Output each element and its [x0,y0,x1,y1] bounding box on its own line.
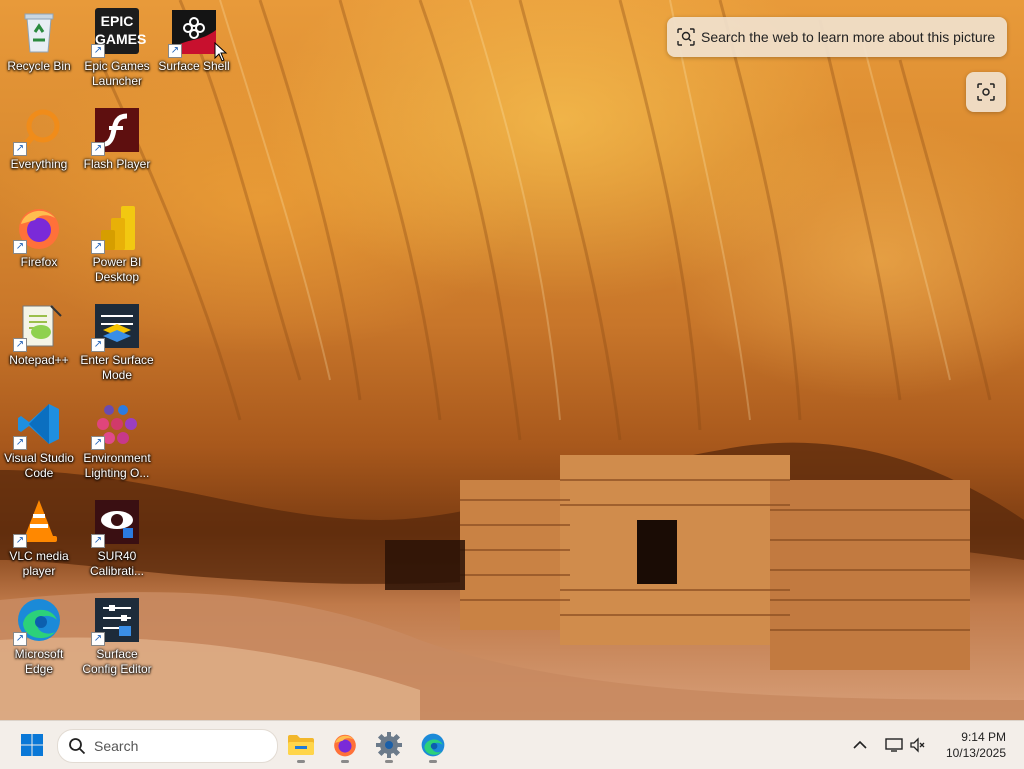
epic-games-icon: EPIC GAMES ↗ [91,8,146,58]
shortcut-arrow-icon: ↗ [168,44,182,58]
desktop-icon-label: Epic Games Launcher [84,59,150,88]
shortcut-arrow-icon: ↗ [13,436,27,450]
shortcut-arrow-icon: ↗ [13,142,27,156]
taskbar-file-explorer[interactable] [281,725,321,765]
running-indicator [385,760,393,763]
folder-icon [288,735,314,755]
desktop-icon-label: Power BI Desktop [92,255,142,284]
recycle-bin-icon [15,8,63,56]
taskbar-search-box[interactable]: Search [57,729,278,763]
edge-icon [421,733,445,757]
desktop-icon-sur40-calibration[interactable]: ↗ SUR40 Calibrati... [79,498,155,579]
desktop-icon-enter-surface-mode[interactable]: ↗ Enter Surface Mode [79,302,155,383]
running-indicator [341,760,349,763]
desktop-icon-label: Everything [10,157,68,171]
desktop-icon-label: Enter Surface Mode [80,353,154,382]
desktop-icon-recycle-bin[interactable]: Recycle Bin [1,8,77,74]
chevron-up-icon [853,740,867,749]
running-indicator [429,760,437,763]
shortcut-arrow-icon: ↗ [13,338,27,352]
surface-config-editor-icon: ↗ [91,596,141,646]
desktop-icon-edge[interactable]: ↗ Microsoft Edge [1,596,77,677]
network-sound-status-button[interactable] [876,725,934,765]
notepad-plus-plus-icon: ↗ [13,302,63,352]
desktop-icon-notepad-plus-plus[interactable]: ↗ Notepad++ [1,302,77,368]
firefox-icon: ↗ [13,204,63,254]
desktop-icon-environment-lighting[interactable]: ↗ Environment Lighting O... [79,400,155,481]
desktop-icon-everything[interactable]: ↗ Everything [1,106,77,172]
surface-shell-icon: ↗ [168,8,218,58]
power-bi-icon: ↗ [91,204,141,254]
shortcut-arrow-icon: ↗ [91,534,105,548]
desktop-icon-label: Visual Studio Code [4,451,74,480]
desktop-icon-surface-shell[interactable]: ↗ Surface Shell [156,8,232,74]
desktop-icon-power-bi[interactable]: ↗ Power BI Desktop [79,204,155,285]
running-indicator [297,760,305,763]
firefox-icon [334,734,356,757]
system-clock[interactable]: 9:14 PM 10/13/2025 [946,729,1006,761]
visual-search-icon [977,83,995,101]
everything-search-icon: ↗ [13,106,63,156]
desktop-icon-label: Notepad++ [9,353,69,367]
desktop-icon-label: Microsoft Edge [14,647,64,676]
desktop-icon-label: Surface Config Editor [82,647,152,676]
taskbar-search-placeholder: Search [94,738,139,754]
windows-logo-icon [21,734,43,756]
start-button[interactable] [12,725,52,765]
desktop-icon-label: VLC media player [9,549,69,578]
speaker-muted-icon [910,737,925,753]
learn-about-picture-button[interactable]: Search the web to learn more about this … [667,17,1007,57]
desktop-icon-epic-games-launcher[interactable]: EPIC GAMES ↗ Epic Games Launcher [79,8,155,89]
taskbar-edge[interactable] [413,725,453,765]
learn-about-picture-label: Search the web to learn more about this … [701,29,996,45]
search-icon [69,738,86,755]
vlc-icon: ↗ [13,498,63,548]
mouse-cursor-icon [214,42,228,62]
desktop-icon-label: SUR40 Calibrati... [89,549,145,578]
network-icon [885,738,903,752]
desktop-icon-vscode[interactable]: ↗ Visual Studio Code [1,400,77,481]
desktop-icon-firefox[interactable]: ↗ Firefox [1,204,77,270]
surface-mode-icon: ↗ [91,302,141,352]
shortcut-arrow-icon: ↗ [91,240,105,254]
clock-time: 9:14 PM [961,730,1006,744]
shortcut-arrow-icon: ↗ [91,44,105,58]
flash-player-icon: ↗ [91,106,141,156]
vscode-icon: ↗ [13,400,63,450]
gear-icon [376,732,402,758]
desktop-icon-vlc[interactable]: ↗ VLC media player [1,498,77,579]
environment-lighting-icon: ↗ [91,400,141,450]
shortcut-arrow-icon: ↗ [91,436,105,450]
desktop-icon-label: Flash Player [83,157,151,171]
clock-date: 10/13/2025 [945,746,1006,760]
sur40-calibration-icon: ↗ [91,498,141,548]
shortcut-arrow-icon: ↗ [13,240,27,254]
shortcut-arrow-icon: ↗ [91,338,105,352]
desktop-icon-label: Firefox [20,255,58,269]
desktop-icon-label: Environment Lighting O... [83,451,151,480]
taskbar-firefox[interactable] [325,725,365,765]
edge-icon: ↗ [13,596,63,646]
visual-search-icon [677,28,695,46]
shortcut-arrow-icon: ↗ [13,632,27,646]
taskbar: Search 9:14 PM 10/13/2025 [0,720,1024,769]
desktop-icon-flash-player[interactable]: ↗ Flash Player [79,106,155,172]
desktop-icon-label: Recycle Bin [7,59,71,73]
shortcut-arrow-icon: ↗ [91,632,105,646]
taskbar-settings[interactable] [369,725,409,765]
visual-search-button[interactable] [966,72,1006,112]
shortcut-arrow-icon: ↗ [13,534,27,548]
shortcut-arrow-icon: ↗ [91,142,105,156]
show-hidden-icons-button[interactable] [842,725,878,765]
desktop-icon-surface-config-editor[interactable]: ↗ Surface Config Editor [79,596,155,677]
